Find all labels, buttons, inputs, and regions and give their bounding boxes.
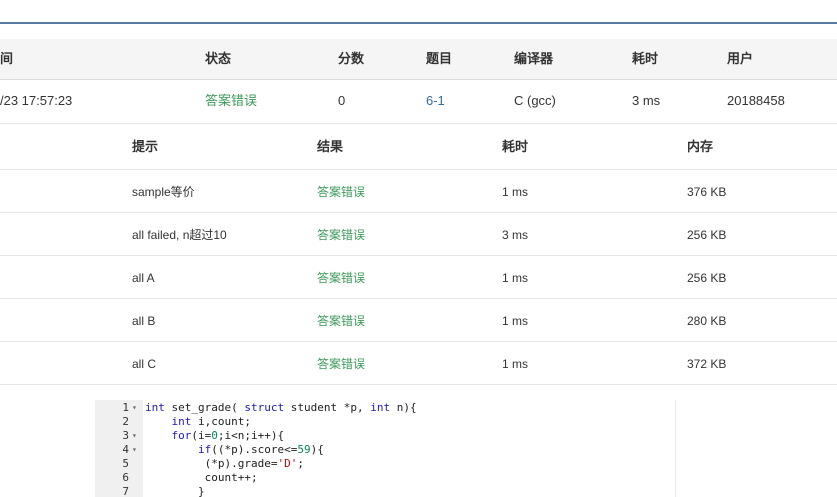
case-result: 答案错误	[317, 228, 366, 242]
header-user: 用户	[727, 51, 754, 66]
submission-compiler: C (gcc)	[514, 93, 556, 108]
case-time: 1 ms	[502, 357, 529, 371]
header-compiler: 编译器	[514, 51, 554, 66]
line-number: 1	[122, 401, 129, 414]
code-text: int set_grade( struct student *p, int n)…	[145, 401, 417, 414]
case-memory: 256 KB	[687, 271, 727, 285]
code-line: 6 count++;	[95, 471, 675, 485]
case-memory: 372 KB	[687, 357, 727, 371]
line-number: 6	[122, 471, 129, 484]
case-time: 1 ms	[502, 185, 529, 199]
code-line: 1 ▾ int set_grade( struct student *p, int …	[95, 401, 675, 415]
case-hint: sample等价	[132, 185, 195, 199]
submission-elapsed: 3 ms	[632, 93, 661, 108]
case-hint: all B	[132, 314, 156, 328]
case-hint: all A	[132, 271, 155, 285]
code-line: 7 }	[95, 485, 675, 497]
case-hint: all C	[132, 357, 157, 371]
submission-user: 20188458	[727, 93, 785, 108]
table-row: all B 答案错误 1 ms 280 KB	[0, 299, 837, 342]
code-line: 4 ▾ if((*p).score<=59){	[95, 443, 675, 457]
line-number: 4	[122, 443, 129, 456]
case-time: 1 ms	[502, 314, 529, 328]
code-text: count++;	[145, 471, 258, 484]
header-time: 间	[0, 51, 14, 66]
top-bar	[0, 0, 837, 24]
code-line: 3 ▾ for(i=0;i<n;i++){	[95, 429, 675, 443]
fold-arrow-icon[interactable]: ▾	[132, 443, 137, 457]
case-memory: 256 KB	[687, 228, 727, 242]
case-time: 1 ms	[502, 271, 529, 285]
line-number: 7	[122, 485, 129, 497]
table-row: all A 答案错误 1 ms 256 KB	[0, 256, 837, 299]
case-memory: 280 KB	[687, 314, 727, 328]
fold-arrow-icon[interactable]: ▾	[132, 401, 137, 415]
table-row: all C 答案错误 1 ms 372 KB	[0, 342, 837, 385]
case-result: 答案错误	[317, 271, 366, 285]
header-problem: 题目	[426, 51, 453, 66]
line-number: 3	[122, 429, 129, 442]
code-text: int i,count;	[171, 415, 251, 428]
status-badge: 答案错误	[205, 93, 258, 108]
submission-score: 0	[338, 93, 346, 108]
code-line: 5 (*p).grade='D';	[95, 457, 675, 471]
line-number: 5	[122, 457, 129, 470]
summary-table-header: 间 状态 分数 题目 编译器 耗时 用户	[0, 39, 837, 80]
code-viewer[interactable]: 1 ▾ int set_grade( struct student *p, int …	[95, 400, 676, 497]
header-result: 结果	[317, 139, 344, 154]
code-line: 2 int i,count;	[95, 415, 675, 429]
code-text: }	[145, 485, 205, 497]
submission-row[interactable]: /23 17:57:23 答案错误 0 6-1 C (gcc) 3 ms 201…	[0, 80, 837, 124]
submission-time: /23 17:57:23	[0, 93, 73, 108]
case-memory: 376 KB	[687, 185, 727, 199]
line-number: 2	[122, 415, 129, 428]
code-text: if((*p).score<=59){	[197, 443, 324, 456]
table-row: sample等价 答案错误 1 ms 376 KB	[0, 170, 837, 213]
testcase-table-header: 提示 结果 耗时 内存	[0, 124, 837, 170]
problem-link[interactable]: 6-1	[426, 93, 445, 109]
case-result: 答案错误	[317, 357, 366, 371]
case-time: 3 ms	[502, 228, 529, 242]
header-elapsed: 耗时	[632, 51, 659, 66]
header-status: 状态	[205, 51, 232, 66]
code-text: (*p).grade='D';	[145, 457, 304, 470]
header-memory: 内存	[687, 139, 714, 154]
header-score: 分数	[338, 51, 365, 66]
code-text: for(i=0;i<n;i++){	[171, 429, 285, 442]
case-result: 答案错误	[317, 314, 366, 328]
header-hint: 提示	[132, 139, 159, 154]
case-result: 答案错误	[317, 185, 366, 199]
table-row: all failed, n超过10 答案错误 3 ms 256 KB	[0, 213, 837, 256]
fold-arrow-icon[interactable]: ▾	[132, 429, 137, 443]
header-case-time: 耗时	[502, 139, 529, 154]
case-hint: all failed, n超过10	[132, 228, 227, 242]
